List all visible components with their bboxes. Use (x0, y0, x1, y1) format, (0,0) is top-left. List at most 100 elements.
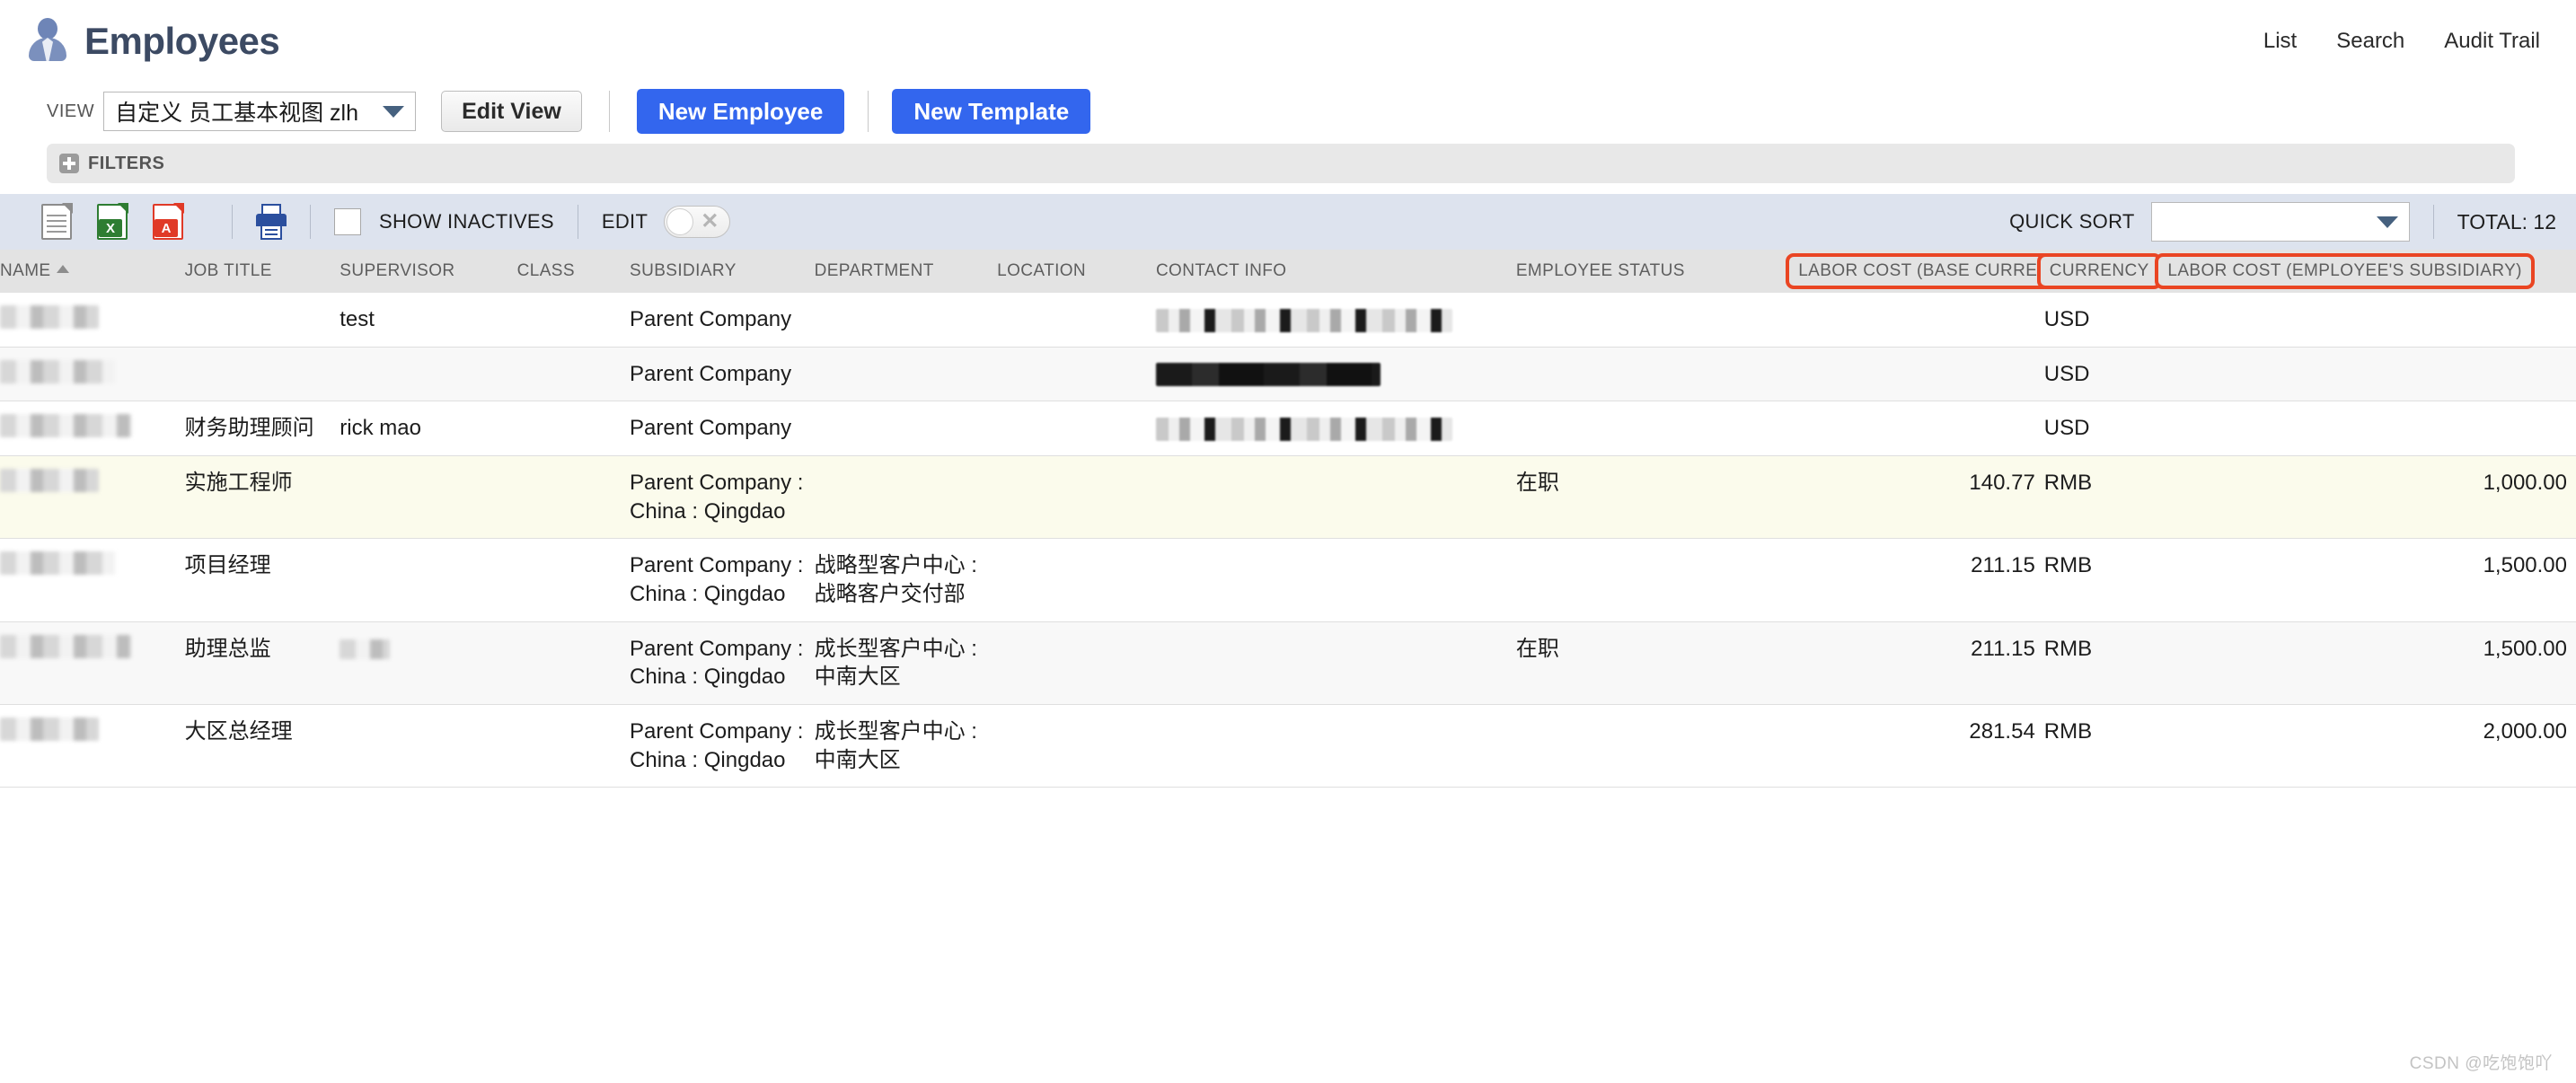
cell-employee-status: 在职 (1515, 621, 1794, 706)
chevron-down-icon (383, 105, 405, 118)
cell-name[interactable] (0, 347, 185, 402)
cell-labor-cost-subsidiary (2162, 347, 2576, 402)
col-header-employee-status[interactable]: EMPLOYEE STATUS (1515, 250, 1794, 293)
redacted-contact-info (1155, 418, 1452, 441)
top-nav: List Search Audit Trail (2263, 16, 2540, 54)
cell-subsidiary: Parent Company (630, 347, 815, 402)
col-header-currency[interactable]: CURRENCY (2036, 250, 2163, 293)
col-header-class[interactable]: CLASS (516, 250, 631, 293)
nav-list[interactable]: List (2263, 29, 2297, 54)
quick-sort-select[interactable] (2150, 202, 2410, 242)
new-template-button[interactable]: New Template (892, 89, 1091, 134)
edit-mode-toggle[interactable]: ✕ (664, 206, 731, 238)
cell-class (516, 621, 631, 706)
view-select[interactable]: 自定义 员工基本视图 zlh (103, 92, 417, 131)
cell-department (814, 401, 998, 457)
cell-currency: USD (2043, 401, 2163, 457)
cell-contact-info (1155, 704, 1516, 788)
cell-subsidiary: Parent Company : China : Qingdao (630, 538, 815, 622)
show-inactives-checkbox[interactable] (334, 208, 361, 235)
cell-subsidiary: Parent Company : China : Qingdao (630, 621, 815, 706)
print-icon[interactable] (256, 204, 287, 240)
cell-currency: RMB (2043, 704, 2163, 788)
table-row[interactable]: 项目经理 Parent Company : China : Qingdao 战略型客… (0, 538, 2576, 622)
cell-supervisor (340, 538, 517, 622)
watermark: CSDN @吃饱饱吖 (2409, 1054, 2553, 1073)
col-header-name-label: NAME (0, 261, 51, 280)
redacted-contact-info (1155, 363, 1381, 387)
export-excel-icon[interactable]: X (97, 203, 128, 240)
nav-audit-trail[interactable]: Audit Trail (2444, 29, 2540, 54)
redacted-name (0, 634, 131, 658)
cell-supervisor (340, 704, 517, 788)
cell-name[interactable] (0, 538, 185, 622)
cell-labor-cost-subsidiary: 1,000.00 (2162, 455, 2576, 540)
cell-department: 成长型客户中心 : 中南大区 (814, 704, 998, 788)
col-header-labor-cost-subsidiary-label: LABOR COST (EMPLOYEE'S SUBSIDIARY) (2155, 253, 2535, 289)
page-title-group: Employees (27, 16, 280, 63)
col-header-job-title[interactable]: JOB TITLE (184, 250, 340, 293)
export-pdf-icon[interactable]: A (153, 203, 184, 240)
col-header-supervisor[interactable]: SUPERVISOR (340, 250, 517, 293)
cell-job-title: 助理总监 (184, 621, 340, 706)
col-header-department[interactable]: DEPARTMENT (814, 250, 998, 293)
redacted-supervisor (340, 639, 391, 660)
table-row[interactable]: test Parent Company USD (0, 293, 2576, 348)
table-row[interactable]: Parent Company USD (0, 347, 2576, 402)
cell-employee-status (1515, 704, 1794, 788)
cell-class (516, 401, 631, 457)
col-header-contact-info[interactable]: CONTACT INFO (1155, 250, 1516, 293)
cell-supervisor (340, 621, 517, 706)
cell-currency: USD (2043, 347, 2163, 402)
cell-subsidiary: Parent Company (630, 293, 815, 348)
cell-employee-status: 在职 (1515, 455, 1794, 540)
cell-job-title: 大区总经理 (184, 704, 340, 788)
nav-search[interactable]: Search (2336, 29, 2404, 54)
col-header-labor-cost-base[interactable]: LABOR COST (BASE CURRENCY) (1786, 250, 2094, 293)
cell-name[interactable] (0, 293, 185, 348)
employees-table: NAME JOB TITLE SUPERVISOR CLASS SUBSIDIA… (0, 250, 2576, 788)
cell-employee-status (1515, 293, 1794, 348)
cell-location (997, 704, 1156, 788)
cell-employee-status (1515, 538, 1794, 622)
col-header-subsidiary[interactable]: SUBSIDIARY (630, 250, 815, 293)
table-row[interactable]: 大区总经理 Parent Company : China : Qingdao 成长型… (0, 704, 2576, 788)
cell-department (814, 455, 998, 540)
cell-class (516, 704, 631, 788)
col-header-labor-cost-subsidiary[interactable]: LABOR COST (EMPLOYEE'S SUBSIDIARY) (2155, 250, 2576, 293)
cell-name[interactable] (0, 401, 185, 457)
cell-subsidiary: Parent Company : China : Qingdao (630, 455, 815, 540)
cell-contact-info (1155, 293, 1516, 348)
cell-supervisor: test (340, 293, 517, 348)
list-toolbar: X A SHOW INACTIVES EDIT ✕ QUICK SORT TOT… (0, 194, 2576, 250)
cell-name[interactable] (0, 621, 185, 706)
cell-currency: USD (2043, 293, 2163, 348)
filters-label: FILTERS (88, 153, 165, 173)
cell-name[interactable] (0, 704, 185, 788)
edit-view-button[interactable]: Edit View (441, 91, 582, 132)
table-row[interactable]: 实施工程师 Parent Company : China : Qingdao 在职 1… (0, 455, 2576, 540)
cell-class (516, 538, 631, 622)
cell-labor-cost-subsidiary: 1,500.00 (2162, 538, 2576, 622)
person-icon (27, 16, 68, 63)
export-csv-icon[interactable] (41, 203, 73, 240)
table-row[interactable]: 财务助理顾问 rick mao Parent Company USD (0, 401, 2576, 457)
new-employee-button[interactable]: New Employee (636, 89, 845, 134)
table-body: test Parent Company USD Parent Company USD 财务… (0, 293, 2576, 788)
plus-icon (59, 154, 79, 173)
divider (2432, 205, 2434, 239)
cell-job-title: 财务助理顾问 (184, 401, 340, 457)
col-header-name[interactable]: NAME (0, 250, 185, 293)
cell-location (997, 347, 1156, 402)
filters-bar[interactable]: FILTERS (47, 144, 2515, 183)
redacted-name (0, 414, 131, 438)
cell-location (997, 538, 1156, 622)
cell-subsidiary: Parent Company : China : Qingdao (630, 704, 815, 788)
cell-department: 成长型客户中心 : 中南大区 (814, 621, 998, 706)
cell-name[interactable] (0, 455, 185, 540)
cell-labor-cost-subsidiary (2162, 293, 2576, 348)
table-row[interactable]: 助理总监 Parent Company : China : Qingdao 成长型客… (0, 621, 2576, 706)
col-header-location[interactable]: LOCATION (997, 250, 1156, 293)
cell-job-title (184, 347, 340, 402)
cell-contact-info (1155, 538, 1516, 622)
